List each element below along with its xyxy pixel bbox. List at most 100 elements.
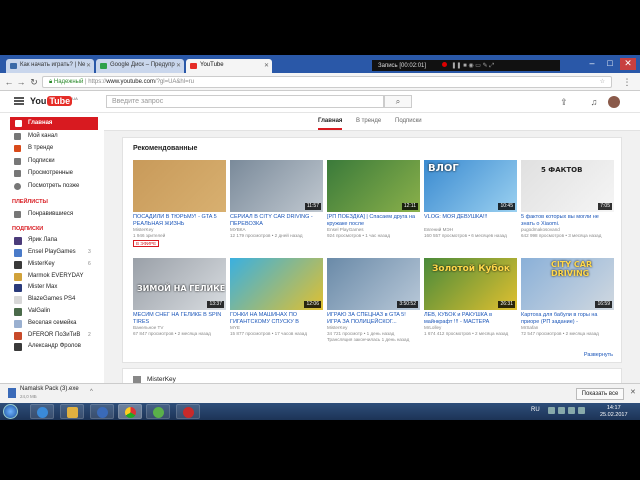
windows-taskbar: RU 14:17 25.02.2017 — [0, 403, 640, 420]
forward-icon[interactable]: → — [16, 77, 26, 87]
video-card[interactable]: 12:11 [РП ПОЕЗДКА] | Спасаем друга на кру… — [327, 160, 420, 239]
sidebar-item-home[interactable]: Главная — [10, 117, 98, 130]
subscription-item[interactable]: MisterKey 6 — [0, 259, 104, 271]
sidebar-item-subscriptions[interactable]: Подписки — [0, 155, 104, 168]
tab-subscriptions[interactable]: Подписки — [395, 118, 422, 124]
tray-icon[interactable] — [548, 407, 555, 414]
video-card[interactable]: 11:57 СЕРИАЛ В CITY CAR DRIVING - ПЕРЕВОЗ… — [230, 160, 323, 239]
folder-icon — [67, 407, 78, 418]
file-icon[interactable] — [8, 388, 16, 398]
star-icon[interactable]: ☆ — [600, 78, 605, 85]
video-title[interactable]: [РП ПОЕЗДКА] | Спасаем друга на кружаке … — [327, 214, 420, 227]
clock-icon — [14, 182, 21, 190]
reload-icon[interactable]: ↻ — [29, 77, 39, 87]
video-card[interactable]: Золотой Кубок 26:31 ЛЕВ, КУБОК и РАКУШКА в… — [424, 258, 517, 337]
close-window-icon[interactable]: ✕ — [620, 58, 636, 70]
taskbar-utorrent[interactable] — [146, 404, 170, 419]
video-thumbnail[interactable]: CITY CAR DRIVING 16:59 — [521, 258, 614, 310]
sidebar-item-trending[interactable]: В тренде — [0, 142, 104, 155]
language-indicator[interactable]: RU — [531, 407, 540, 413]
taskbar-recorder[interactable] — [176, 404, 200, 419]
subscription-item[interactable]: BlazeGames PS4 — [0, 294, 104, 306]
close-tab-icon[interactable]: ✕ — [176, 62, 181, 69]
channel-name[interactable]: MisterKey — [147, 376, 176, 383]
video-title[interactable]: VLOG: МОЯ ДЕВУШКА!!! — [424, 214, 517, 227]
minimize-icon[interactable]: – — [584, 58, 600, 70]
expand-link[interactable]: Развернуть — [584, 352, 613, 358]
taskbar-media[interactable] — [90, 404, 114, 419]
tray-icon[interactable] — [558, 407, 565, 414]
video-thumbnail[interactable]: 5 ФАКТОВ 7:05 — [521, 160, 614, 212]
tab-trending[interactable]: В тренде — [356, 118, 381, 124]
subscription-item[interactable]: DFEROR ПоЗиТиВ 2 — [0, 330, 104, 342]
video-thumbnail[interactable]: 3:50:52 — [327, 258, 420, 310]
subscription-item[interactable]: Ярик Лапа — [0, 235, 104, 247]
browser-tab-forum[interactable]: Как начать играть? | Ne ✕ — [6, 59, 94, 73]
close-icon[interactable]: ✕ — [630, 388, 636, 396]
taskbar-ie[interactable] — [30, 404, 54, 419]
video-thumbnail[interactable]: 12:11 — [327, 160, 420, 212]
tab-home[interactable]: Главная — [318, 118, 343, 130]
browser-tab-youtube[interactable]: YouTube ✕ — [186, 59, 272, 73]
close-tab-icon[interactable]: ✕ — [264, 62, 269, 69]
guide-menu-icon[interactable] — [14, 97, 24, 105]
video-card[interactable]: ПОСАДИЛИ В ТЮРЬМУ! - GTA 5 РЕАЛЬНАЯ ЖИЗН… — [133, 160, 226, 247]
video-thumbnail[interactable]: 12:06 — [230, 258, 323, 310]
subscription-item[interactable]: ValGalin — [0, 306, 104, 318]
video-title[interactable]: ИГРАЮ ЗА СПЕЦНАЗ в GTA 5! ИГРА ЗА ПОЛИЦЕ… — [327, 312, 420, 325]
video-card[interactable]: ЗИМОЙ НА ГЕЛИКЕ 13:37 МЕСИМ СНЕГ НА ГЕЛИКЕ… — [133, 258, 226, 337]
video-thumbnail[interactable]: ВЛОГ 10:45 — [424, 160, 517, 212]
video-title[interactable]: 5 фактов которых вы могли не знать о Xia… — [521, 214, 614, 227]
video-stats: 642 998 просмотров • 3 месяца назад — [521, 233, 602, 238]
search-button[interactable]: ⌕ — [384, 95, 412, 108]
clock[interactable]: 14:17 25.02.2017 — [600, 405, 628, 418]
video-thumbnail[interactable]: Золотой Кубок 26:31 — [424, 258, 517, 310]
maximize-icon[interactable]: □ — [602, 58, 618, 70]
taskbar-explorer[interactable] — [60, 404, 84, 419]
download-file-name[interactable]: Namalsk Pack (3).exe — [20, 386, 79, 392]
video-title[interactable]: МЕСИМ СНЕГ НА ГЕЛИКЕ В SPIN TIRES — [133, 312, 226, 325]
video-card[interactable]: 5 ФАКТОВ 7:05 5 фактов которых вы могли не… — [521, 160, 614, 239]
youtube-logo[interactable]: You Tube UA — [30, 96, 78, 108]
record-icon[interactable] — [441, 62, 447, 67]
video-title[interactable]: СЕРИАЛ В CITY CAR DRIVING - ПЕРЕВОЗКА — [230, 214, 323, 227]
video-title[interactable]: ГОНКИ НА МАШИНАХ ПО ГИГАНТСКОМУ СПУСКУ В — [230, 312, 323, 325]
upload-icon[interactable]: ⇪ — [558, 96, 570, 108]
browser-tab-google-drive[interactable]: Google Диск – Предупр ✕ — [96, 59, 184, 73]
sidebar-item-watch-later[interactable]: Посмотреть позже — [0, 180, 104, 193]
volume-icon[interactable] — [578, 407, 585, 414]
subscription-item[interactable]: Александр Фролов — [0, 341, 104, 353]
video-title[interactable]: ПОСАДИЛИ В ТЮРЬМУ! - GTA 5 РЕАЛЬНАЯ ЖИЗН… — [133, 214, 226, 227]
main-content: Главная В тренде Подписки Рекомендованны… — [104, 113, 640, 420]
video-card[interactable]: 12:06 ГОНКИ НА МАШИНАХ ПО ГИГАНТСКОМУ СПУ… — [230, 258, 323, 337]
video-title[interactable]: Картоха для бабули в горы на приоре (РП … — [521, 312, 614, 325]
show-all-button[interactable]: Показать все — [576, 388, 624, 400]
subscription-item[interactable]: Ensel PlayGames 3 — [0, 247, 104, 259]
subscription-item[interactable]: Веселая семейка — [0, 318, 104, 330]
video-thumbnail[interactable] — [133, 160, 226, 212]
channel-avatar — [14, 237, 22, 246]
start-button[interactable] — [3, 404, 18, 419]
network-icon[interactable] — [568, 407, 575, 414]
search-input[interactable]: Введите запрос — [106, 95, 384, 108]
video-card[interactable]: ВЛОГ 10:45 VLOG: МОЯ ДЕВУШКА!!! Евгений МЭН… — [424, 160, 517, 239]
video-thumbnail[interactable]: ЗИМОЙ НА ГЕЛИКЕ 13:37 — [133, 258, 226, 310]
sidebar-item-my-channel[interactable]: Мой канал — [0, 130, 104, 143]
subscription-item[interactable]: Mister Max — [0, 282, 104, 294]
avatar[interactable] — [608, 96, 620, 108]
subscription-item[interactable]: Marmok EVERYDAY — [0, 271, 104, 283]
video-card[interactable]: CITY CAR DRIVING 16:59 Картоха для бабули … — [521, 258, 614, 337]
video-thumbnail[interactable]: 11:57 — [230, 160, 323, 212]
url-input[interactable]: 🔒︎ Надежный | https://www.youtube.com/?g… — [42, 76, 612, 88]
chevron-up-icon[interactable]: ^ — [90, 389, 93, 395]
video-card[interactable]: 3:50:52 ИГРАЮ ЗА СПЕЦНАЗ в GTA 5! ИГРА ЗА… — [327, 258, 420, 343]
taskbar-chrome[interactable] — [118, 404, 142, 419]
video-title[interactable]: ЛЕВ, КУБОК и РАКУШКА в майнкрафт !!! - М… — [424, 312, 517, 325]
close-tab-icon[interactable]: ✕ — [86, 62, 91, 69]
sidebar-item-liked[interactable]: Понравившиеся — [0, 208, 104, 221]
sidebar-item-history[interactable]: Просмотренные — [0, 167, 104, 180]
menu-icon[interactable]: ⋮ — [622, 77, 632, 87]
back-icon[interactable]: ← — [4, 77, 14, 87]
notifications-icon[interactable]: ♫ — [588, 96, 600, 108]
recorder-controls-icon[interactable]: ❚❚ ■ ◉ ▭ ✎ ⤢ — [451, 63, 494, 69]
